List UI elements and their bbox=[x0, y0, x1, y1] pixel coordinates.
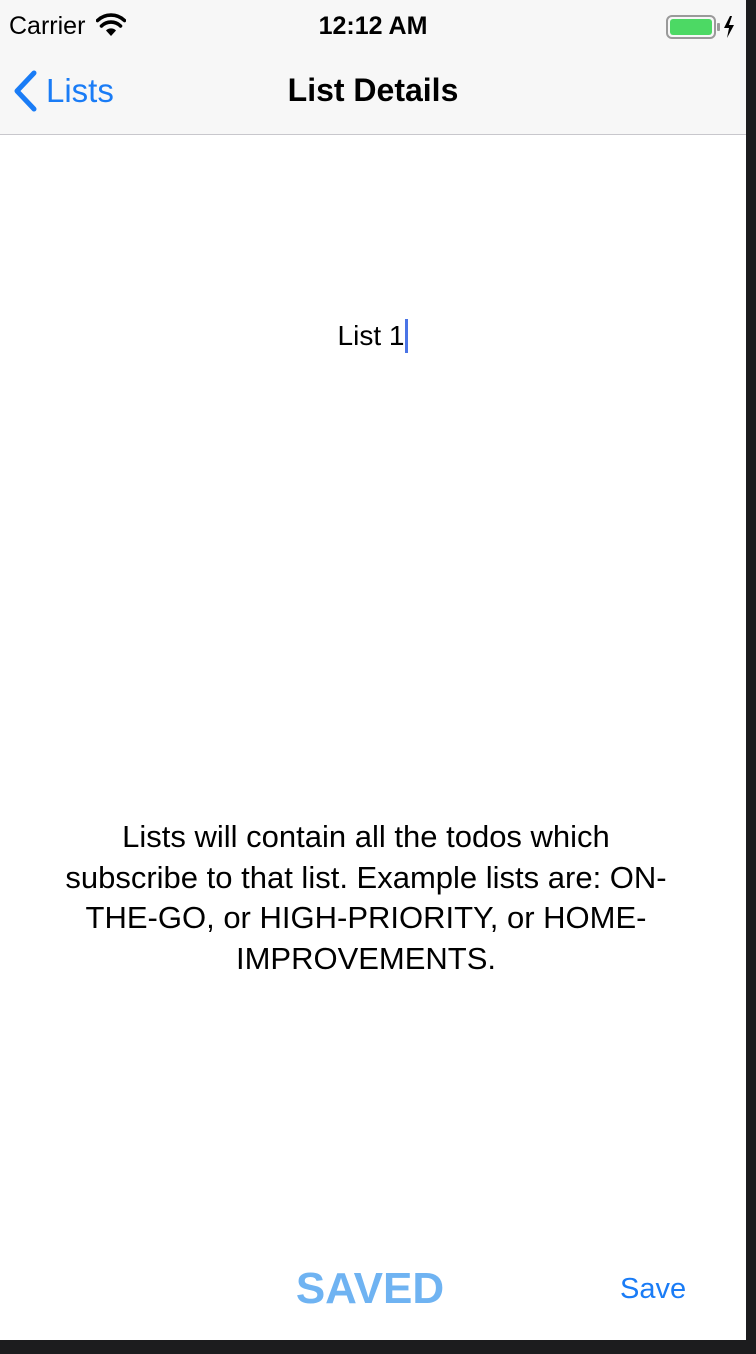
page-title: List Details bbox=[287, 72, 459, 108]
list-name-field[interactable]: List 1 bbox=[173, 312, 573, 360]
navigation-bar: Lists List Details bbox=[0, 52, 746, 135]
save-button[interactable]: Save bbox=[620, 1273, 686, 1306]
status-bar: Carrier 12:12 AM bbox=[0, 0, 746, 52]
saved-status-label: SAVED bbox=[295, 1264, 445, 1313]
clock: 12:12 AM bbox=[318, 12, 428, 40]
description-text: Lists will contain all the todos which s… bbox=[65, 819, 667, 976]
text-cursor bbox=[405, 318, 409, 353]
screen: Carrier 12:12 AM Lists List Details List… bbox=[0, 0, 746, 1340]
battery-charging-icon bbox=[666, 15, 734, 39]
list-name-value: List 1 bbox=[337, 320, 405, 351]
